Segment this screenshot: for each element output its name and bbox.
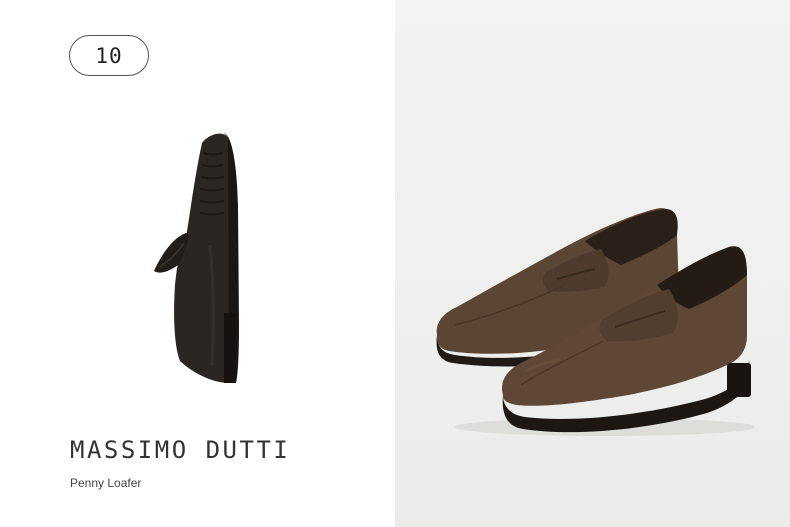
product-name: Penny Loafer — [70, 476, 142, 490]
suede-loafer-pair-image — [436, 208, 755, 436]
product-info-panel: 10 MASSIMO DUTTI Penny Loafer — [0, 0, 395, 527]
brand-name: MASSIMO DUTTI — [70, 436, 291, 464]
side-view-loafer-image — [154, 133, 239, 383]
item-number-badge: 10 — [69, 35, 149, 76]
product-card: 10 MASSIMO DUTTI Penny Loafer — [0, 0, 790, 527]
